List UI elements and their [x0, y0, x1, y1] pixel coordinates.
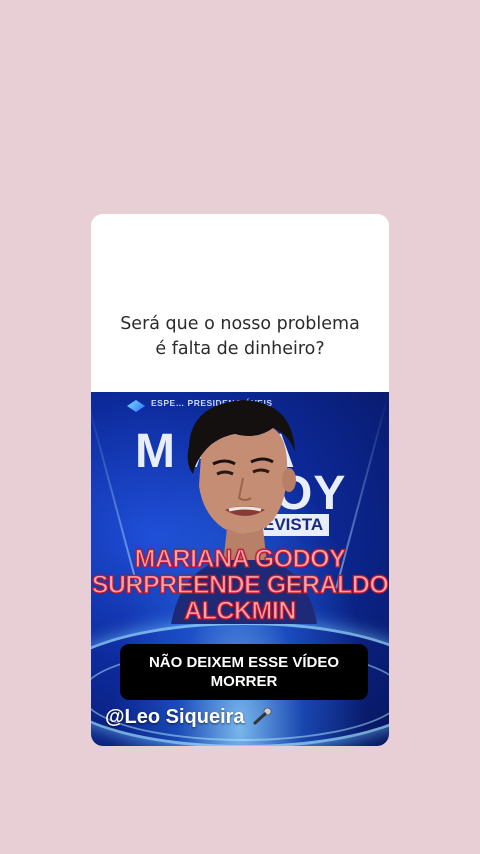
video-player[interactable]: ESPE… PRESIDENCIÁVEIS M ANA ODOY EVISTA: [91, 392, 389, 746]
post-caption: Será que o nosso problema é falta de din…: [91, 214, 389, 392]
channel-logo-icon: [127, 400, 145, 412]
post-card[interactable]: Será que o nosso problema é falta de din…: [91, 214, 389, 746]
headline-line-1: MARIANA GODOY: [134, 545, 346, 573]
warning-line-1: NÃO DEIXEM ESSE VÍDEO: [148, 654, 340, 671]
creator-watermark: @Leo Siqueira: [105, 706, 274, 729]
headline-line-2: SURPREENDE GERALDO: [91, 571, 389, 599]
headline-line-3: ALCKMIN: [184, 597, 297, 625]
warning-line-2: MORRER: [210, 673, 278, 690]
watermark-text: @Leo Siqueira: [105, 706, 245, 728]
caption-line-1: Será que o nosso problema: [120, 314, 360, 334]
microphone-icon: [253, 707, 272, 725]
caption-line-2: é falta de dinheiro?: [155, 339, 325, 359]
warning-box: NÃO DEIXEM ESSE VÍDEO MORRER: [120, 644, 368, 700]
video-headline: MARIANA GODOY SURPREENDE GERALDO ALCKMIN: [91, 545, 389, 625]
